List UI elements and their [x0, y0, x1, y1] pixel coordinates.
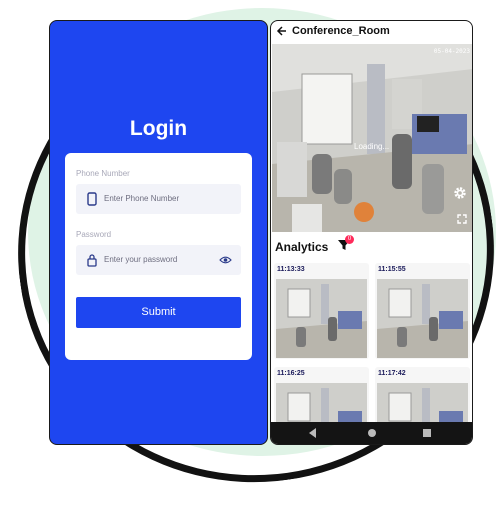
thumbnail-time: 11:16:25	[277, 370, 305, 377]
analytics-thumbnail[interactable]: 11:17:42	[375, 367, 470, 424]
analytics-title: Analytics	[275, 240, 329, 254]
expand-icon[interactable]	[457, 214, 467, 224]
submit-button[interactable]: Submit	[76, 297, 241, 328]
back-arrow-icon[interactable]	[276, 24, 288, 38]
nav-recent-icon[interactable]	[423, 429, 431, 437]
login-title: Login	[129, 117, 188, 140]
loading-text: Loading...	[354, 142, 390, 151]
camera-timestamp: 05-04-2023	[433, 48, 470, 55]
camera-screen: Conference_Room 05-04-2023 Loading... An…	[270, 20, 473, 445]
phone-placeholder: Enter Phone Number	[104, 194, 180, 203]
nav-home-icon[interactable]	[368, 429, 376, 437]
password-placeholder: Enter your password	[104, 255, 178, 264]
camera-header: Conference_Room	[271, 21, 472, 43]
thumbnail-time: 11:17:42	[378, 370, 406, 377]
analytics-thumbnail[interactable]: 11:16:25	[274, 367, 369, 424]
password-field[interactable]: Enter your password	[76, 245, 241, 275]
thumbnail-image	[276, 383, 367, 424]
room-title: Conference_Room	[292, 25, 390, 37]
camera-feed[interactable]: 05-04-2023 Loading...	[272, 44, 472, 232]
gear-icon[interactable]	[453, 186, 467, 200]
thumbnail-image	[377, 383, 468, 424]
android-nav-bar	[271, 422, 472, 444]
password-label: Password	[76, 230, 112, 239]
eye-icon[interactable]	[219, 254, 232, 266]
phone-field[interactable]: Enter Phone Number	[76, 184, 241, 214]
phone-icon	[87, 192, 97, 206]
login-screen: Login Phone Number Enter Phone Number Pa…	[49, 20, 268, 445]
thumbnail-image	[377, 279, 468, 358]
lock-icon	[87, 254, 97, 267]
filter-badge: 0	[345, 235, 354, 244]
camera-feed-image	[272, 44, 472, 232]
analytics-thumbnail[interactable]: 11:13:33	[274, 263, 369, 359]
nav-back-icon[interactable]	[309, 428, 316, 438]
analytics-thumbnail[interactable]: 11:15:55	[375, 263, 470, 359]
thumbnail-image	[276, 279, 367, 358]
phone-label: Phone Number	[76, 169, 130, 178]
thumbnail-time: 11:15:55	[378, 266, 406, 273]
login-card: Phone Number Enter Phone Number Password…	[65, 153, 252, 360]
thumbnail-time: 11:13:33	[277, 266, 305, 273]
